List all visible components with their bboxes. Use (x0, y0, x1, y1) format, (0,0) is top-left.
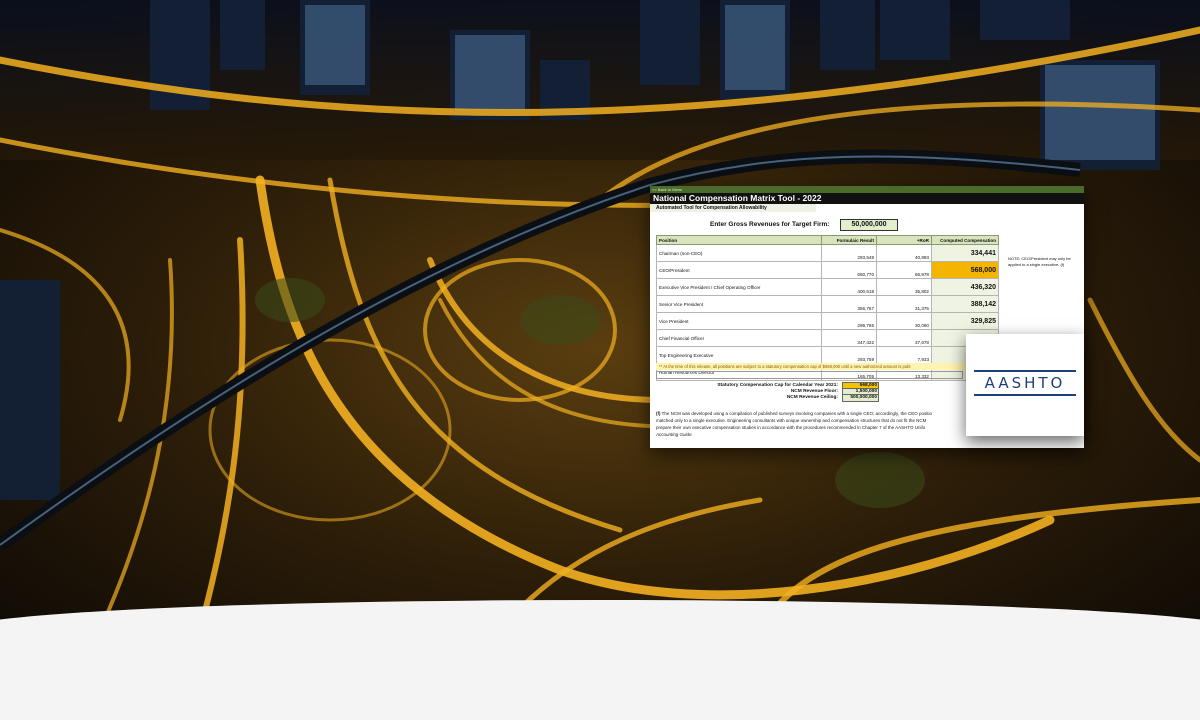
revenue-ceiling-row: NCM Revenue Ceiling: 500,000,000 (710, 394, 879, 402)
formulaic-cell: 356,767 (821, 295, 877, 313)
position-cell: Chief Financial Officer (656, 329, 822, 347)
table-header-row: Position Formulaic Result +RoR Computed … (656, 235, 999, 245)
revenue-label: Enter Gross Revenues for Target Firm: (710, 221, 830, 228)
compensation-table: Position Formulaic Result +RoR Computed … (656, 235, 999, 381)
position-cell: Top Engineering Executive (656, 346, 822, 364)
column-header-computed: Computed Compensation (931, 235, 999, 245)
footnote-line: (f) The NCM was developed using a compil… (656, 410, 956, 417)
sheet-subtitle: Automated Tool for Compensation Allowabi… (650, 204, 816, 212)
position-cell: Chairman (non-CEO) (656, 244, 822, 262)
sheet-title: National Compensation Matrix Tool - 2022 (650, 193, 1084, 204)
formulaic-cell: 650,770 (821, 261, 877, 279)
formulaic-cell: 293,759 (821, 346, 877, 364)
ror-cell: 66,978 (876, 261, 932, 279)
table-row: Chairman (non-CEO) 293,548 40,893 334,44… (656, 244, 999, 262)
formulaic-cell: 293,548 (821, 244, 877, 262)
formulaic-cell: 299,765 (821, 312, 877, 330)
table-row: Vice President 299,765 30,060 329,825 (656, 312, 999, 330)
footnote-text-4: Accounting Guide. (656, 432, 693, 437)
position-cell: Senior Vice President (656, 295, 822, 313)
footnote-text-3: prepare their own executive compensation… (656, 425, 926, 430)
ceo-note: NOTE: CEO/President may only be applied … (1008, 256, 1071, 267)
ror-cell: 35,802 (876, 278, 932, 296)
computed-cell: 436,320 (931, 278, 999, 296)
logo-rule-bottom (974, 394, 1076, 396)
ror-cell: 7,933 (876, 346, 932, 364)
column-header-ror: +RoR (876, 235, 932, 245)
table-row: Top Engineering Executive 293,759 7,933 (656, 346, 999, 364)
footnote-text-2: matched only to a single executive. Engi… (656, 418, 927, 423)
bottom-curve-divider (0, 600, 1200, 720)
formulaic-cell: 400,518 (821, 278, 877, 296)
computed-cell-capped: 568,000 (931, 261, 999, 279)
footnote-marker: (f) (656, 411, 661, 416)
position-cell: CEO/President (656, 261, 822, 279)
cap-summary: Statutory Compensation Cap for Calendar … (710, 382, 879, 402)
back-to-menu-link[interactable]: << Back to Menu (650, 186, 1084, 193)
table-row: Chief Financial Officer 347,422 37,678 3… (656, 329, 999, 347)
ror-cell: 31,375 (876, 295, 932, 313)
logo-rule-top (974, 370, 1076, 372)
revenue-ceiling-label: NCM Revenue Ceiling: (786, 395, 838, 400)
column-header-position: Position (656, 235, 822, 245)
position-cell: Executive Vice President / Chief Operati… (656, 278, 822, 296)
footnote-text-1: The NCM was developed using a compilatio… (661, 411, 932, 416)
table-row: Executive Vice President / Chief Operati… (656, 278, 999, 296)
position-cell: Vice President (656, 312, 822, 330)
column-header-formulaic: Formulaic Result (821, 235, 877, 245)
footnote: (f) The NCM was developed using a compil… (656, 410, 956, 438)
computed-cell: 388,142 (931, 295, 999, 313)
aashto-logo-card: AASHTO (966, 334, 1084, 436)
formulaic-cell: 347,422 (821, 329, 877, 347)
ror-cell: 30,060 (876, 312, 932, 330)
blank-input-strip (656, 371, 963, 379)
table-row: Senior Vice President 356,767 31,375 388… (656, 295, 999, 313)
revenue-ceiling-value: 500,000,000 (842, 394, 879, 402)
table-row: CEO/President 650,770 66,978 568,000 (656, 261, 999, 279)
ror-cell: 40,893 (876, 244, 932, 262)
ror-cell: 37,678 (876, 329, 932, 347)
computed-cell: 329,825 (931, 312, 999, 330)
aashto-logo: AASHTO (984, 374, 1066, 392)
computed-cell: 334,441 (931, 244, 999, 262)
gross-revenue-input[interactable]: 50,000,000 (840, 219, 898, 231)
